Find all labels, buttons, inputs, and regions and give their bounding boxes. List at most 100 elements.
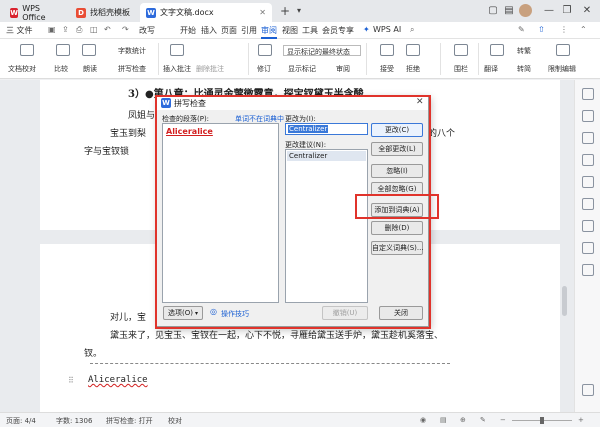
share-icon[interactable]: ⇧ xyxy=(538,25,545,34)
web-view-icon[interactable]: ⊕ xyxy=(460,416,466,424)
search-icon[interactable]: ⌕ xyxy=(410,25,414,35)
status-bar: 页面: 4/4 字数: 1306 拼写检查: 打开 校对 ◉ ▤ ⊕ ✎ − + xyxy=(0,412,600,427)
comments-icon[interactable]: ✎ xyxy=(518,25,525,34)
insert-comment-button[interactable]: 插入批注 xyxy=(163,64,191,74)
restrict-edit-icon xyxy=(556,44,570,56)
chevron-up-icon[interactable] xyxy=(582,384,594,396)
word-count-button[interactable]: 字数统计 xyxy=(118,46,146,56)
sliders-icon[interactable] xyxy=(582,110,594,122)
save-icon[interactable]: ▣ xyxy=(48,25,56,34)
delete-comment-button[interactable]: 删除批注 xyxy=(196,64,224,74)
word-count-indicator[interactable]: 字数: 1306 xyxy=(56,416,92,426)
fence-button[interactable]: 围栏 xyxy=(454,64,468,74)
tab-label: 找稻壳模板 xyxy=(90,8,130,17)
wps-writer-window: W WPS Office D 找稻壳模板 W 文字文稿.docx ✕ + ▾ ▢… xyxy=(0,0,600,427)
insert-comment-icon xyxy=(170,44,184,56)
scrollbar-thumb[interactable] xyxy=(562,286,567,316)
markup-mode-select[interactable]: 显示标记的最终状态 xyxy=(283,45,361,56)
tab-docer-templates[interactable]: D 找稻壳模板 xyxy=(70,3,138,22)
ribbon-divider xyxy=(158,43,159,75)
minimize-icon[interactable]: — xyxy=(542,4,556,18)
wps-ai-menu[interactable]: WPS AI xyxy=(373,25,401,34)
share-icon[interactable] xyxy=(582,242,594,254)
translate-button[interactable]: 翻译 xyxy=(484,64,498,74)
restrict-edit-button[interactable]: 限制编辑 xyxy=(548,64,576,74)
menu-bar: 三 文件 ▣ ⇪ ⎙ ◫ ↶ ↷ 改写 开始 插入 页面 引用 审阅 视图 工具… xyxy=(0,22,600,39)
new-tab-icon[interactable]: + xyxy=(278,4,292,18)
undo-icon[interactable]: ↶ xyxy=(104,25,111,34)
compare-icon xyxy=(56,44,70,56)
redo-icon[interactable]: ↷ xyxy=(122,25,129,34)
export-icon[interactable]: ⇪ xyxy=(62,25,69,34)
compare-button[interactable]: 比较 xyxy=(54,64,68,74)
shapes-icon[interactable] xyxy=(582,132,594,144)
proofread-button[interactable]: 文档校对 xyxy=(8,64,36,74)
menu-view[interactable]: 视图 xyxy=(282,25,298,36)
read-aloud-button[interactable]: 朗读 xyxy=(83,64,97,74)
zoom-slider-thumb[interactable] xyxy=(540,417,544,424)
file-menu[interactable]: 三 文件 xyxy=(6,25,33,36)
revise-icon xyxy=(258,44,272,56)
drag-handle-icon[interactable]: ⠿ xyxy=(68,376,74,385)
word-doc-icon: W xyxy=(146,7,156,18)
pen-icon[interactable]: ✎ xyxy=(480,416,486,424)
history-icon[interactable] xyxy=(582,220,594,232)
wps-logo-icon: W xyxy=(10,7,19,18)
avatar[interactable] xyxy=(519,4,532,17)
show-markup-button[interactable]: 显示标记 xyxy=(288,64,316,74)
preview-icon[interactable]: ◫ xyxy=(90,25,98,34)
tab-label: WPS Office xyxy=(22,3,46,22)
zoom-out-icon[interactable]: − xyxy=(500,416,506,424)
chevron-down-icon[interactable]: ▾ xyxy=(292,4,306,18)
ribbon-divider xyxy=(440,43,441,75)
ribbon-divider xyxy=(366,43,367,75)
dashed-rule xyxy=(90,363,450,364)
spell-check-status[interactable]: 拼写检查: 打开 xyxy=(106,416,153,426)
spell-check-button[interactable]: 拼写检查 xyxy=(118,64,146,74)
wps-ai-icon[interactable]: ✦ xyxy=(363,25,370,34)
proofread-status[interactable]: 校对 xyxy=(168,416,182,426)
docs-icon[interactable]: ▤ xyxy=(502,4,516,18)
close-tab-icon[interactable]: ✕ xyxy=(259,8,266,17)
menu-insert[interactable]: 插入 xyxy=(201,25,217,36)
zoom-in-icon[interactable]: + xyxy=(578,416,584,424)
menu-tools[interactable]: 工具 xyxy=(302,25,318,36)
rewrite-menu[interactable]: 改写 xyxy=(139,25,155,36)
more-icon[interactable] xyxy=(582,264,594,276)
to-traditional-button[interactable]: 转繁 xyxy=(517,46,531,56)
draw-icon[interactable] xyxy=(582,154,594,166)
menu-review[interactable]: 审阅 xyxy=(261,25,277,39)
tab-document[interactable]: W 文字文稿.docx ✕ xyxy=(140,3,272,22)
ribbon-divider xyxy=(478,43,479,75)
review-pane-button[interactable]: 审阅 xyxy=(336,64,350,74)
revise-button[interactable]: 修订 xyxy=(257,64,271,74)
menu-home[interactable]: 开始 xyxy=(180,25,196,36)
window-grid-icon[interactable]: ▢ xyxy=(486,4,500,18)
fence-icon xyxy=(454,44,468,56)
ribbon-divider xyxy=(248,43,249,75)
body-text: 对儿，宝 xyxy=(110,313,147,323)
collapse-ribbon-icon[interactable]: ⌃ xyxy=(580,25,587,34)
misspelled-word[interactable]: Aliceralice xyxy=(88,375,148,385)
more-icon[interactable]: ⋮ xyxy=(560,25,568,34)
accept-button[interactable]: 接受 xyxy=(380,64,394,74)
tab-wps-office[interactable]: W WPS Office xyxy=(4,3,64,22)
reject-button[interactable]: 拒绝 xyxy=(406,64,420,74)
maximize-icon[interactable]: ❐ xyxy=(560,4,574,18)
select-icon[interactable] xyxy=(582,88,594,100)
menu-layout[interactable]: 页面 xyxy=(221,25,237,36)
text-icon[interactable] xyxy=(582,176,594,188)
to-simplified-button[interactable]: 转简 xyxy=(517,64,531,74)
body-text: 字与宝钗锁 xyxy=(84,147,130,157)
page-view-icon[interactable]: ▤ xyxy=(440,416,447,424)
eye-icon[interactable]: ◉ xyxy=(420,416,426,424)
read-aloud-icon xyxy=(82,44,96,56)
close-window-icon[interactable]: ✕ xyxy=(580,4,594,18)
menu-member[interactable]: 会员专享 xyxy=(322,25,354,36)
body-text: 黛玉来了，见宝玉、宝钗在一起，心下不悦，寻雁给黛玉送手炉，黛玉趁机奚落宝、 xyxy=(110,331,444,341)
settings-icon[interactable] xyxy=(582,198,594,210)
page-indicator[interactable]: 页面: 4/4 xyxy=(6,416,36,426)
review-ribbon: 文档校对 比较 朗读 字数统计 拼写检查 插入批注 删除批注 修订 显示标记的最… xyxy=(0,39,600,79)
print-icon[interactable]: ⎙ xyxy=(76,25,82,35)
menu-references[interactable]: 引用 xyxy=(241,25,257,36)
